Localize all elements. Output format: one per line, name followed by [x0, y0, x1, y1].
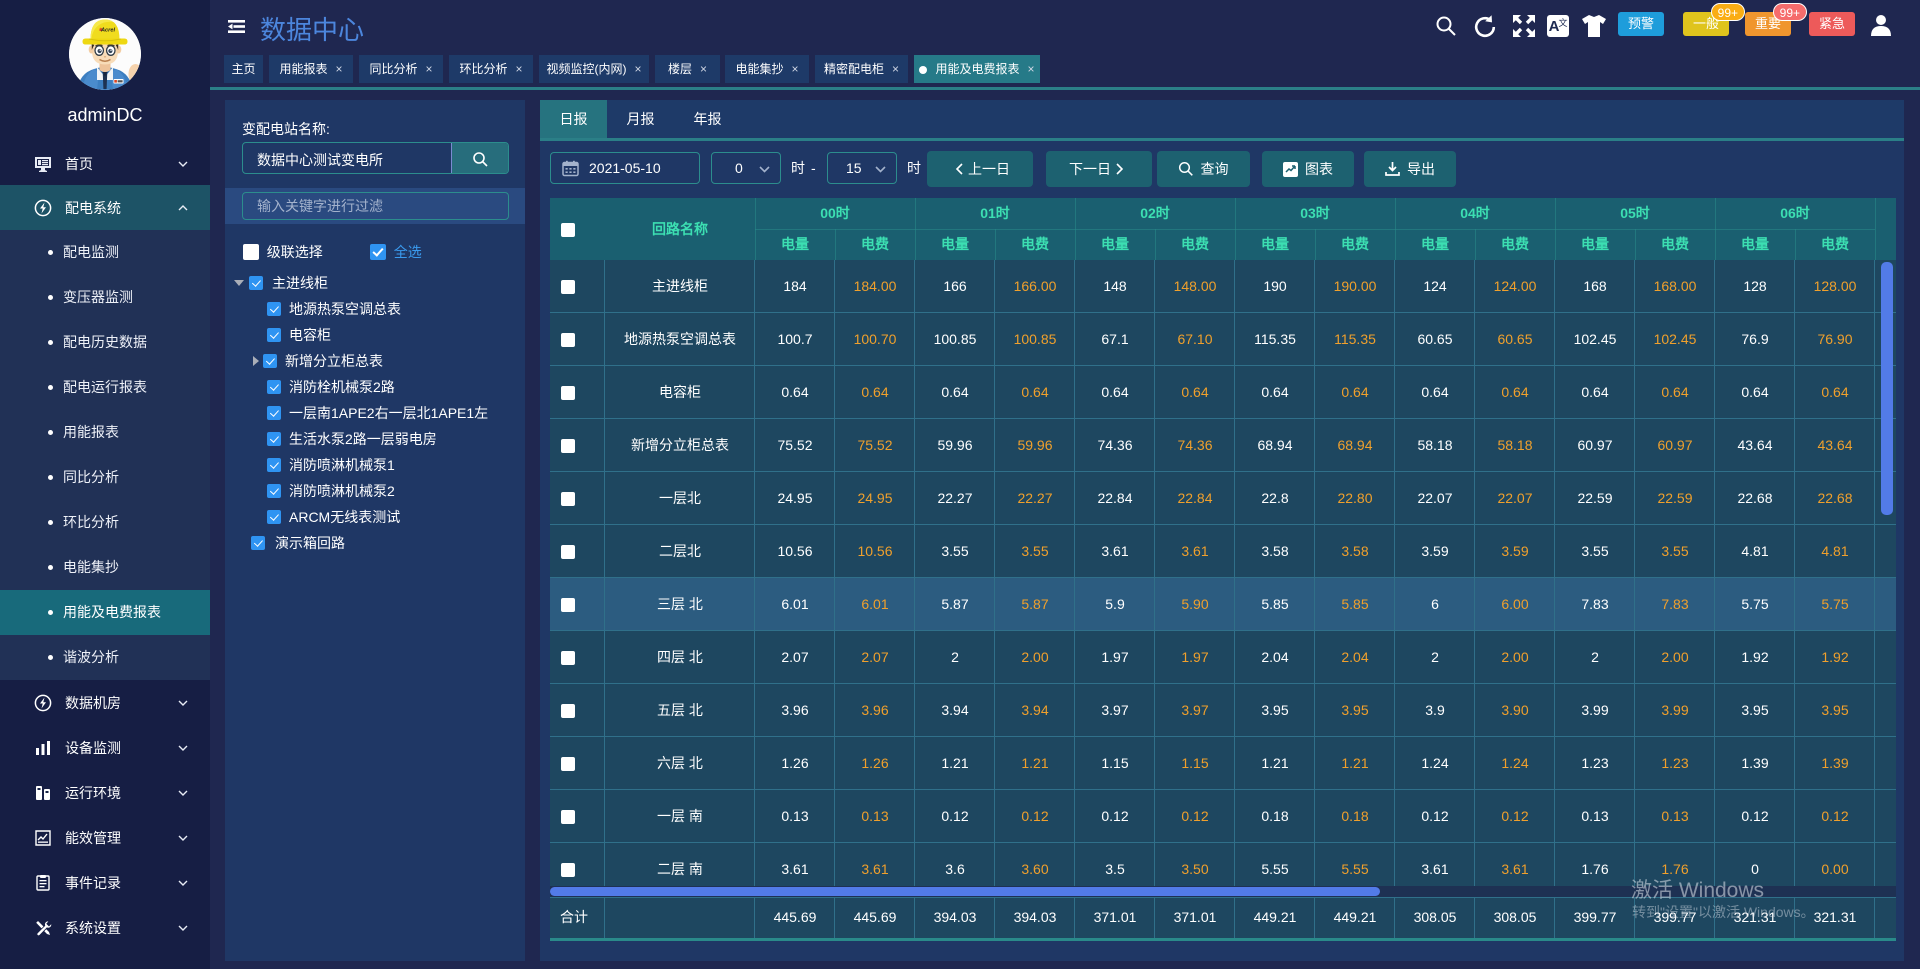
svg-text:文: 文 — [1558, 17, 1567, 28]
svg-text:Acrel: Acrel — [100, 27, 115, 33]
